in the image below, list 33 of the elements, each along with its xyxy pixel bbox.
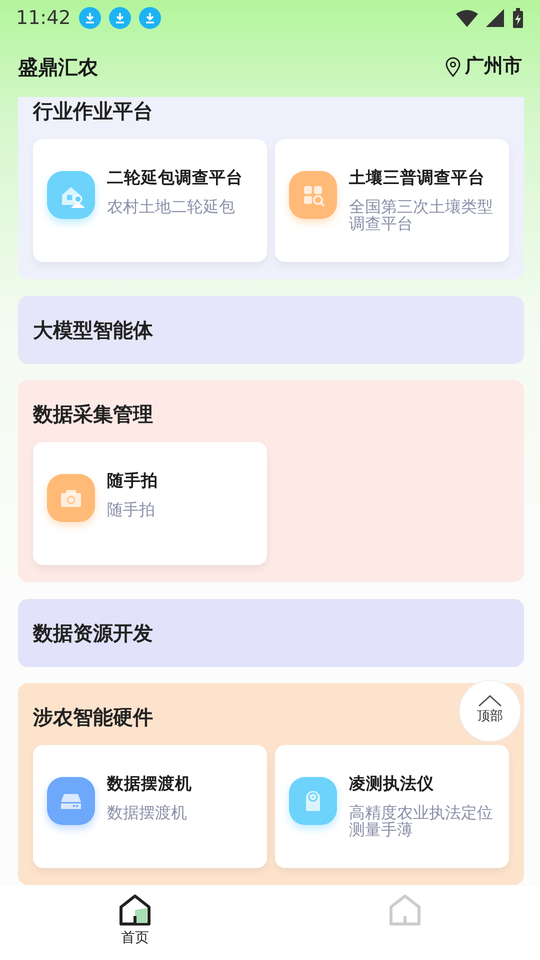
status-time: 11:42 [16,6,71,31]
download-icon [138,7,161,29]
platform-card[interactable]: 随手拍 随手拍 [33,442,267,565]
section-title: 数据资源开发 [33,620,153,646]
signal-icon [486,9,504,27]
section-title: 数据采集管理 [33,401,153,428]
card-subtitle: 数据摆渡机 [107,804,188,821]
location-pin-icon [445,56,461,76]
home-icon [388,894,422,926]
card-title: 数据摆渡机 [107,773,192,795]
platform-card[interactable]: 凌测执法仪 高精度农业执法定位测量手薄 [275,745,509,868]
chevron-up-icon [478,695,502,708]
app-title: 盛鼎汇农 [18,54,98,80]
card-title: 随手拍 [107,470,158,492]
card-subtitle: 全国第三次土壤类型调查平台 [349,198,494,232]
section-title: 涉农智能硬件 [33,704,153,731]
card-title: 土壤三普调查平台 [349,167,486,189]
section-title: 大模型智能体 [33,316,153,344]
platform-card[interactable]: 二轮延包调查平台 农村土地二轮延包 [33,139,267,262]
card-subtitle: 随手拍 [107,501,156,518]
card-title: 二轮延包调查平台 [107,167,243,189]
wifi-icon [456,9,478,27]
home-icon [118,894,152,926]
card-subtitle: 高精度农业执法定位测量手薄 [349,804,494,838]
download-icon [78,7,101,29]
card-subtitle: 农村土地二轮延包 [107,198,236,215]
battery-icon [512,8,524,28]
platform-card[interactable]: 土壤三普调查平台 全国第三次土壤类型调查平台 [275,139,509,262]
platform-card[interactable]: 数据摆渡机 数据摆渡机 [33,745,267,868]
download-icon [108,7,131,29]
location-label[interactable]: 广州市 [465,52,522,81]
section-title: 行业作业平台 [33,98,153,125]
card-title: 凌测执法仪 [349,773,435,795]
